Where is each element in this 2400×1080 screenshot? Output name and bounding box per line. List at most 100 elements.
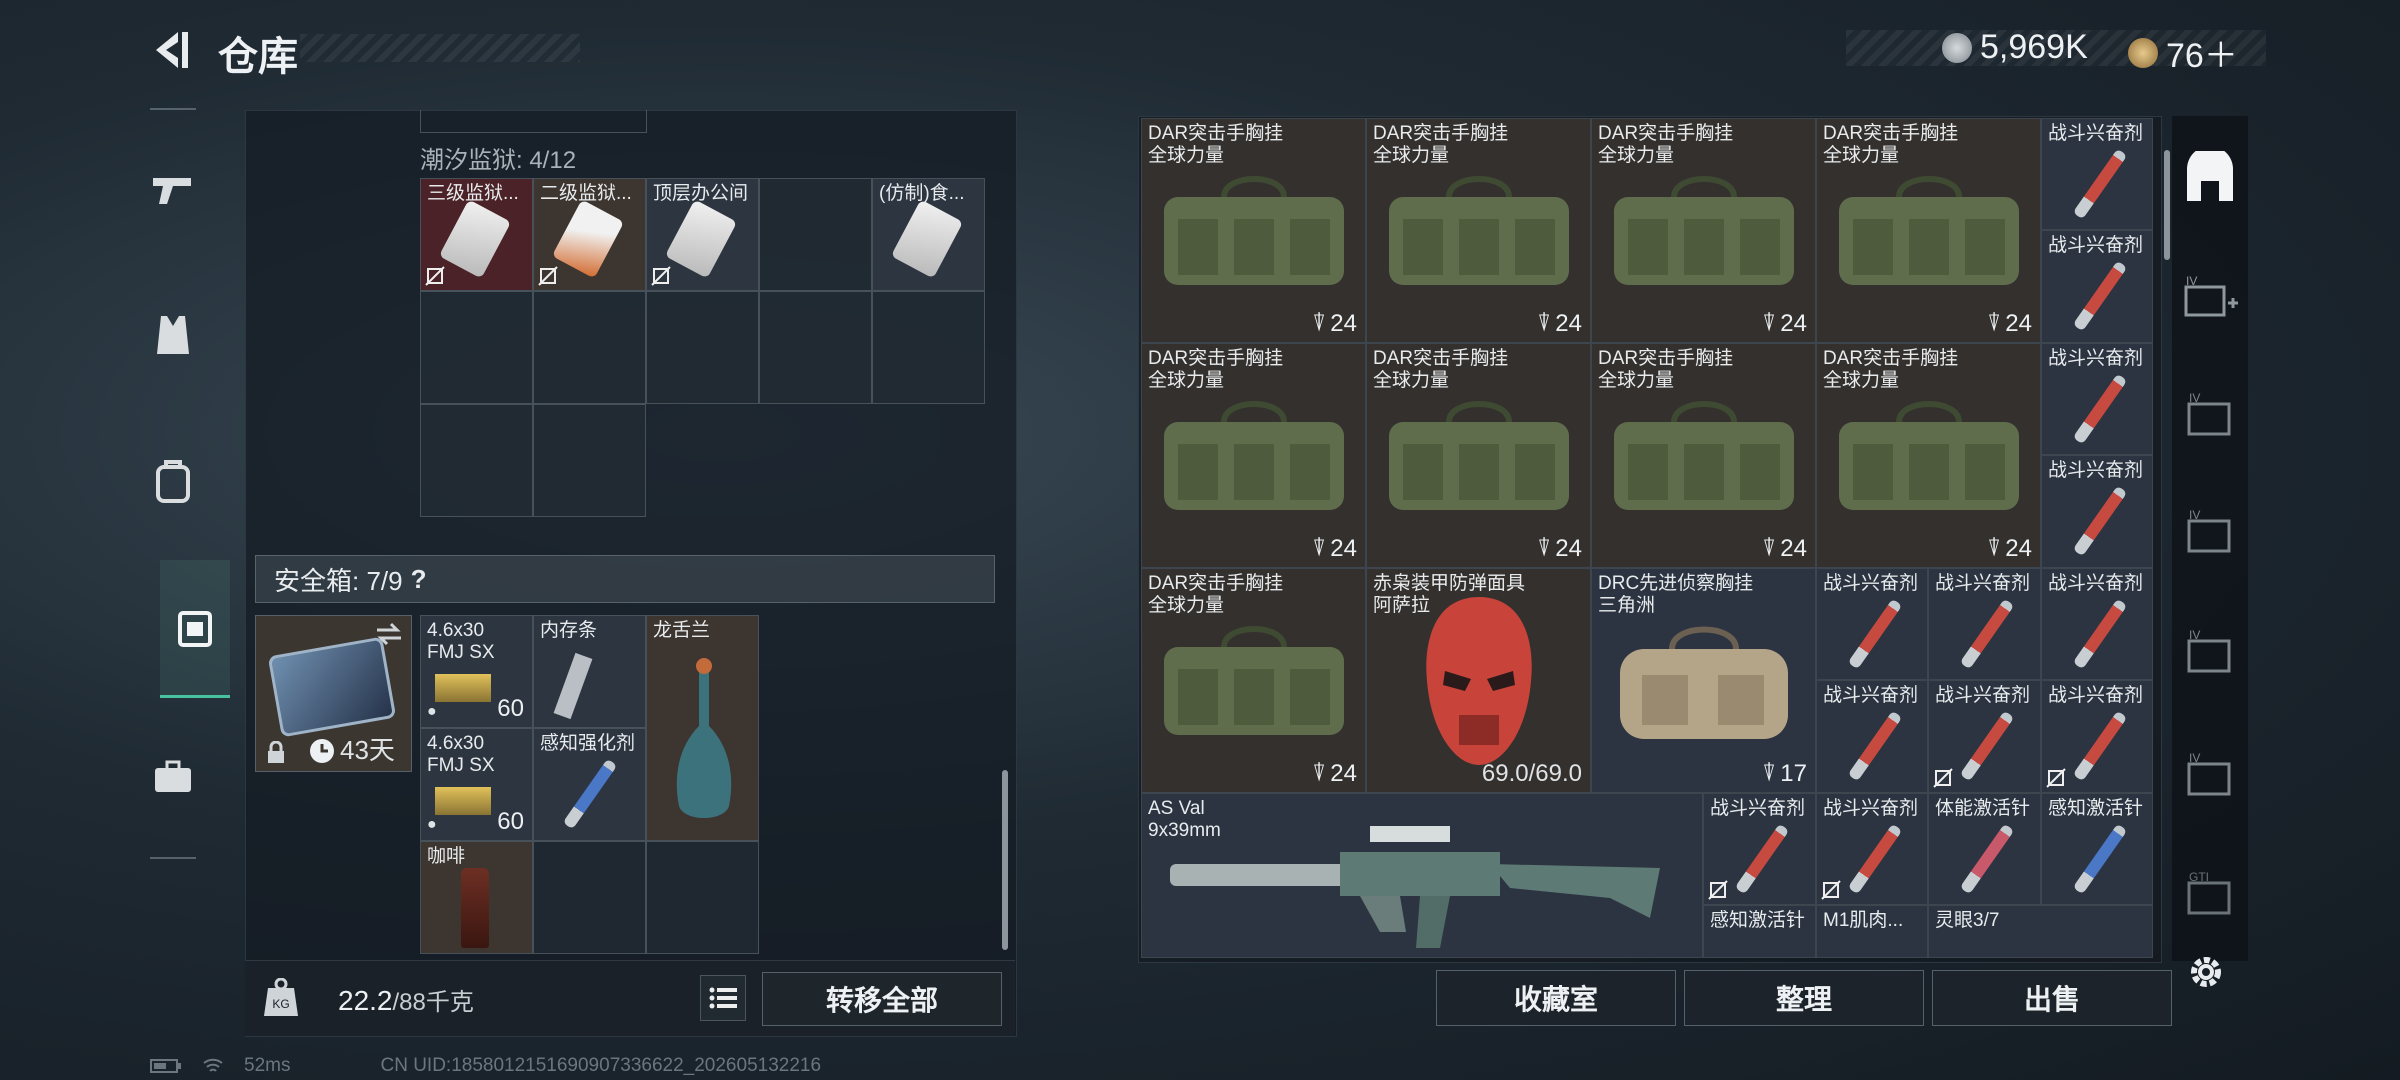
item-dar-vest[interactable]: DAR突击手胸挂 全球力量 ⍒ 24 <box>1591 118 1816 343</box>
item-dar-vest[interactable]: DAR突击手胸挂 全球力量 ⍒ 24 <box>1366 118 1591 343</box>
item-dar-vest[interactable]: DAR突击手胸挂 全球力量 ⍒ 24 <box>1366 343 1591 568</box>
vest-bag-icon <box>1164 176 1344 285</box>
rail-weapon[interactable] <box>150 145 196 235</box>
grid-slot-empty[interactable] <box>420 291 533 404</box>
no-bind-icon <box>2046 768 2066 788</box>
transfer-all-button[interactable]: 转移全部 <box>762 972 1002 1026</box>
item-combat-stim[interactable]: 战斗兴奋剂 <box>2041 118 2153 230</box>
safe-item-ammo-2[interactable]: 4.6x30 FMJ SX ● 60 <box>420 728 533 841</box>
item-dar-vest[interactable]: DAR突击手胸挂 全球力量 ⍒ 24 <box>1141 343 1366 568</box>
vest-small-icon: ⍒ <box>1986 310 2002 337</box>
grid-slot-empty[interactable] <box>646 841 759 954</box>
safe-item-coffee[interactable]: 咖啡 <box>420 841 533 954</box>
item-dar-vest[interactable]: DAR突击手胸挂 全球力量 ⍒ 24 <box>1816 343 2041 568</box>
rail-box-5[interactable]: IV <box>2180 745 2240 805</box>
right-scrollbar[interactable] <box>2164 150 2170 260</box>
keycard-icon <box>890 199 964 279</box>
item-combat-stim[interactable]: 战斗兴奋剂 <box>1928 680 2041 793</box>
item-combat-stim[interactable]: 战斗兴奋剂 <box>1816 568 1928 680</box>
item-combat-stim[interactable]: 战斗兴奋剂 <box>1816 680 1928 793</box>
back-arrow-icon[interactable] <box>148 28 192 72</box>
help-button[interactable]: ? <box>411 564 427 595</box>
syringe-icon <box>2072 710 2128 782</box>
item-drc-vest[interactable]: DRC先进侦察胸挂 三角洲 ⍒ 17 <box>1591 568 1816 793</box>
rail-warehouse[interactable] <box>2180 148 2240 208</box>
item-perception-stim[interactable]: 感知激活针 <box>1703 905 1816 958</box>
syringe-icon <box>1959 598 2015 670</box>
item-combat-stim[interactable]: 战斗兴奋剂 <box>2041 568 2153 680</box>
grid-item-1[interactable]: 三级监狱... <box>420 178 533 291</box>
warehouse-icon <box>2187 151 2233 201</box>
folder-icon: IV <box>2187 752 2231 796</box>
safe-item-tequila[interactable]: 龙舌兰 <box>646 615 759 841</box>
item-as-val[interactable]: AS Val 9x39mm <box>1141 793 1703 958</box>
item-red-mask[interactable]: 赤枭装甲防弹面具 阿萨拉 69.0/69.0 <box>1366 568 1591 793</box>
rail-vest[interactable] <box>150 290 196 380</box>
collection-room-button[interactable]: 收藏室 <box>1436 970 1676 1026</box>
vest-small-icon: ⍒ <box>1536 535 1552 562</box>
item-combat-stim[interactable]: 战斗兴奋剂 <box>2041 230 2153 343</box>
rail-box-2[interactable]: IV <box>2180 385 2240 445</box>
grid-slot-empty[interactable] <box>646 291 759 404</box>
rail-briefcase[interactable] <box>150 732 196 822</box>
grid-slot-empty[interactable] <box>420 404 533 517</box>
currency-secondary[interactable]: 76＋ <box>2128 28 2238 77</box>
settings-gear-icon[interactable] <box>2186 952 2226 992</box>
svg-text:IV: IV <box>2189 392 2200 405</box>
briefcase-icon <box>155 760 191 792</box>
syringe-icon <box>1847 823 1903 895</box>
sell-button[interactable]: 出售 <box>1932 970 2172 1026</box>
safe-item-perception[interactable]: 感知强化剂 <box>533 728 646 841</box>
ammo-box-icon <box>435 787 491 815</box>
no-bind-icon <box>1708 880 1728 900</box>
grid-item-2[interactable]: 二级监狱... <box>533 178 646 291</box>
item-combat-stim[interactable]: 战斗兴奋剂 <box>2041 343 2153 455</box>
grid-slot-empty[interactable] <box>533 841 646 954</box>
item-eye[interactable]: 灵眼3/7 <box>1928 905 2153 958</box>
grid-item-3[interactable]: 顶层办公间 <box>646 178 759 291</box>
rail-backpack[interactable] <box>150 436 196 526</box>
grid-slot-empty[interactable] <box>533 404 646 517</box>
safe-case-slot[interactable]: 43天 <box>255 615 412 772</box>
rail-safebox[interactable] <box>160 560 230 698</box>
item-perception-stim[interactable]: 感知激活针 <box>2041 793 2153 905</box>
safe-item-ammo-1[interactable]: 4.6x30 FMJ SX ● 60 <box>420 615 533 728</box>
grid-slot-empty[interactable] <box>759 291 872 404</box>
section-title: 潮汐监狱: 4/12 <box>420 147 577 174</box>
safe-item-ram[interactable]: 内存条 <box>533 615 646 728</box>
item-dar-vest[interactable]: DAR突击手胸挂 全球力量 ⍒ 24 <box>1591 343 1816 568</box>
item-combat-stim[interactable]: 战斗兴奋剂 <box>2041 455 2153 568</box>
item-combat-stim[interactable]: 战斗兴奋剂 <box>1703 793 1816 905</box>
item-combat-stim[interactable]: 战斗兴奋剂 <box>1928 568 2041 680</box>
item-dar-vest[interactable]: DAR突击手胸挂 全球力量 ⍒ 24 <box>1816 118 2041 343</box>
item-combat-stim[interactable]: 战斗兴奋剂 <box>1816 793 1928 905</box>
grid-slot-empty[interactable] <box>533 291 646 404</box>
grid-slot-empty[interactable] <box>872 291 985 404</box>
rail-box-6[interactable]: GTI <box>2180 864 2240 924</box>
item-m1[interactable]: M1肌肉... <box>1816 905 1928 958</box>
swap-icon[interactable] <box>375 622 403 646</box>
item-dar-vest[interactable]: DAR突击手胸挂 全球力量 ⍒ 24 <box>1141 118 1366 343</box>
vest-icon <box>157 316 189 354</box>
rail-box-3[interactable]: IV <box>2180 502 2240 562</box>
rail-box-4[interactable]: IV <box>2180 622 2240 682</box>
keycard-icon <box>438 199 512 279</box>
item-combat-stim[interactable]: 战斗兴奋剂 <box>2041 680 2153 793</box>
vest-small-icon: ⍒ <box>1311 535 1327 562</box>
left-scrollbar[interactable] <box>1002 770 1008 950</box>
sort-button[interactable]: 整理 <box>1684 970 1924 1026</box>
vest-bag-icon <box>1389 176 1569 285</box>
item-physical-stim[interactable]: 体能激活针 <box>1928 793 2041 905</box>
syringe-icon <box>2072 148 2128 220</box>
vest-bag-icon <box>1164 626 1344 735</box>
no-bind-icon <box>651 266 671 286</box>
syringe-icon <box>1959 710 2015 782</box>
vest-small-icon: ⍒ <box>1761 535 1777 562</box>
list-view-button[interactable] <box>700 975 746 1021</box>
vest-bag-icon <box>1164 401 1344 510</box>
grid-slot-empty[interactable] <box>759 178 872 291</box>
grid-item-5[interactable]: (仿制)食... <box>872 178 985 291</box>
rail-add-box[interactable]: IV <box>2180 268 2240 328</box>
item-dar-vest[interactable]: DAR突击手胸挂 全球力量 ⍒ 24 <box>1141 568 1366 793</box>
dot-icon: ● <box>427 703 437 720</box>
